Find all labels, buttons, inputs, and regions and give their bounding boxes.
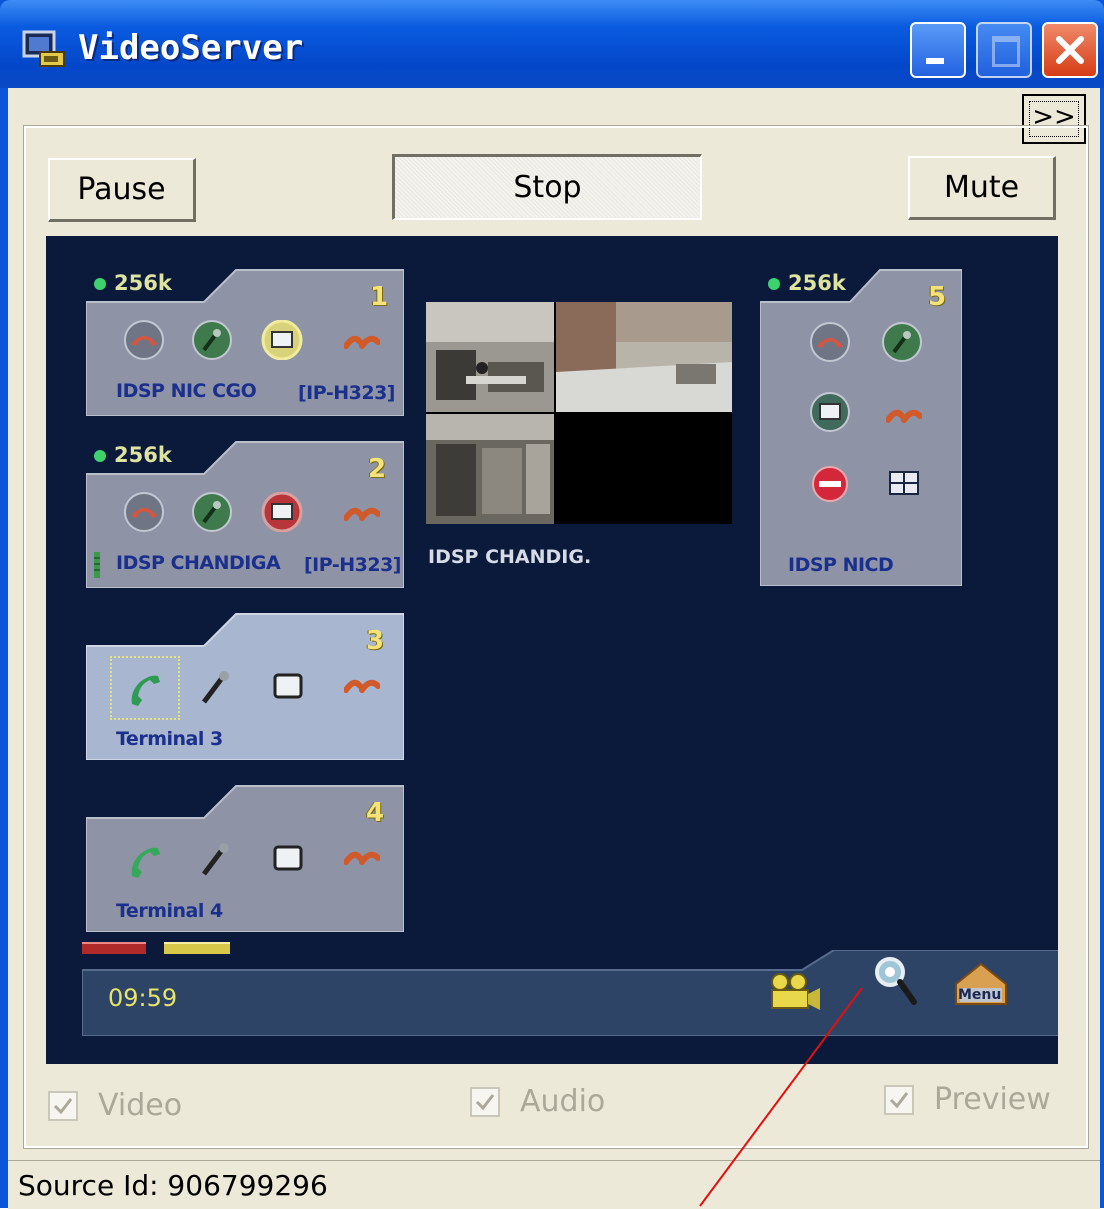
conference-panel: 256k 1 IDSP NIC CGO [IP-H323] 256k 2 IDS…: [46, 236, 1058, 1064]
video-checkbox[interactable]: Video: [48, 1088, 182, 1123]
bitrate-label: 256k: [768, 271, 846, 295]
terminal-protocol: [IP-H323]: [304, 554, 401, 576]
video-monitor-icon[interactable]: [272, 672, 304, 702]
terminal-number: 3: [366, 626, 385, 656]
search-magnifier-icon[interactable]: [872, 954, 920, 1008]
video-checkbox-box[interactable]: [48, 1090, 78, 1121]
maximize-button[interactable]: [976, 22, 1032, 78]
terminal-number: 2: [368, 454, 387, 484]
app-icon: [22, 30, 65, 67]
forward-arrows-icon[interactable]: [344, 504, 380, 524]
audio-checkbox-box[interactable]: [470, 1086, 500, 1117]
preview-checkbox[interactable]: Preview: [884, 1082, 1051, 1117]
video-monitor-icon[interactable]: [260, 492, 304, 532]
mute-button[interactable]: Mute: [908, 156, 1056, 220]
terminal-protocol: [IP-H323]: [298, 382, 395, 404]
video-monitor-icon[interactable]: [808, 392, 852, 432]
microphone-icon[interactable]: [880, 322, 924, 362]
video-monitor-icon[interactable]: [260, 320, 304, 360]
terminal-name: Terminal 3: [116, 728, 223, 750]
status-bar: Source Id: 906799296: [8, 1160, 1100, 1209]
elapsed-timer: 09:59: [108, 984, 178, 1012]
yellow-level-bar: [164, 942, 230, 954]
terminal-number: 1: [370, 282, 389, 312]
videoserver-window: VideoServer >> Pause Stop Mute 256k 1 ID…: [0, 0, 1104, 1209]
terminal-number: 5: [928, 282, 947, 312]
preview-checkbox-box[interactable]: [884, 1084, 914, 1115]
video-tile-3[interactable]: [426, 414, 554, 524]
terminal-card-4[interactable]: 4 Terminal 4: [86, 784, 404, 932]
minimize-icon: [926, 58, 944, 64]
microphone-icon[interactable]: [190, 492, 234, 532]
camera-icon[interactable]: [768, 972, 824, 1014]
menu-label: Menu: [958, 987, 1002, 1003]
red-level-bar: [82, 942, 146, 954]
video-tile-2[interactable]: [556, 302, 732, 412]
checkmark-icon: [475, 1093, 495, 1110]
window-title: VideoServer: [78, 28, 304, 68]
pause-button[interactable]: Pause: [48, 158, 196, 222]
terminal-name: Terminal 4: [116, 900, 223, 922]
maximize-icon: [992, 36, 1020, 67]
video-tile-4[interactable]: [556, 414, 732, 524]
client-area: >> Pause Stop Mute 256k 1 IDSP NIC CGO […: [8, 88, 1100, 1209]
terminal-card-3[interactable]: 3 Terminal 3: [86, 612, 404, 760]
phone-call-icon[interactable]: [124, 842, 168, 882]
source-id-text: Source Id: 906799296: [18, 1169, 328, 1202]
terminal-name: IDSP NICD: [788, 554, 894, 576]
preview-checkbox-label: Preview: [934, 1082, 1051, 1117]
forward-arrows-icon[interactable]: [886, 406, 922, 426]
video-caption: IDSP CHANDIG.: [428, 546, 592, 568]
close-icon: [1056, 36, 1084, 64]
forward-arrows-icon[interactable]: [344, 848, 380, 868]
checkmark-icon: [889, 1091, 909, 1108]
terminal-name: IDSP NIC CGO: [116, 380, 257, 402]
layout-grid-icon[interactable]: [888, 470, 920, 496]
microphone-icon[interactable]: [198, 840, 234, 880]
terminal-number: 4: [366, 798, 385, 828]
phone-call-icon[interactable]: [124, 670, 168, 710]
video-checkbox-label: Video: [98, 1088, 183, 1123]
audio-level-icon: [94, 552, 100, 578]
audio-checkbox-label: Audio: [520, 1084, 606, 1119]
terminal-card-5[interactable]: 256k 5 IDSP NICD: [760, 268, 962, 586]
terminal-card-1[interactable]: 256k 1 IDSP NIC CGO [IP-H323]: [86, 268, 404, 416]
forward-arrows-icon[interactable]: [344, 332, 380, 352]
phone-hangup-icon[interactable]: [122, 320, 166, 360]
minimize-button[interactable]: [910, 22, 966, 78]
title-bar[interactable]: VideoServer: [0, 0, 1104, 88]
audio-checkbox[interactable]: Audio: [470, 1084, 605, 1119]
phone-hangup-icon[interactable]: [808, 322, 852, 362]
stop-button[interactable]: Stop: [392, 154, 702, 220]
menu-button[interactable]: Menu: [952, 960, 1010, 1006]
video-preview-grid[interactable]: [426, 302, 732, 524]
bitrate-label: 256k: [94, 443, 172, 467]
forward-arrows-icon[interactable]: [344, 676, 380, 696]
checkmark-icon: [53, 1097, 73, 1114]
video-monitor-icon[interactable]: [272, 844, 304, 874]
video-tile-1[interactable]: [426, 302, 554, 412]
bitrate-label: 256k: [94, 271, 172, 295]
close-button[interactable]: [1042, 22, 1098, 78]
microphone-icon[interactable]: [190, 320, 234, 360]
terminal-card-2[interactable]: 256k 2 IDSP CHANDIGA [IP-H323]: [86, 440, 404, 588]
microphone-icon[interactable]: [198, 668, 234, 708]
disconnect-icon[interactable]: [810, 464, 850, 504]
terminal-name: IDSP CHANDIGA: [116, 552, 281, 574]
phone-hangup-icon[interactable]: [122, 492, 166, 532]
